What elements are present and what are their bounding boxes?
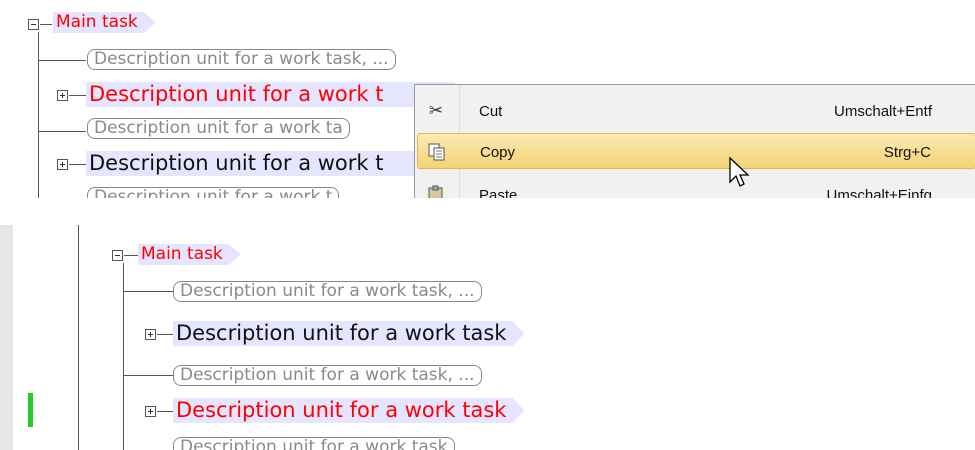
menu-item-shortcut: Umschalt+Entf (834, 103, 932, 120)
copy-icon (426, 142, 448, 162)
tree-node-description[interactable]: Description unit for a work task, ... (87, 49, 396, 70)
paste-icon (425, 185, 447, 198)
node-label: Description unit for a work task (176, 398, 507, 422)
bottom-tree-panel: Main task Description unit for a work ta… (0, 225, 975, 450)
tree-line (69, 95, 86, 96)
menu-item-shortcut: Umschalt+Einfg (826, 187, 932, 198)
tree-node-work-task[interactable]: Description unit for a work t (86, 82, 466, 107)
tree-node-main-task[interactable]: Main task (138, 244, 241, 265)
tree-line (38, 60, 86, 61)
node-label: Description unit for a work t (89, 151, 384, 175)
change-marker (28, 393, 33, 427)
node-label: Main task (56, 12, 138, 32)
node-label: Description unit for a work task, ... (180, 365, 475, 385)
tree-node-work-task[interactable]: Description unit for a work task (173, 321, 524, 346)
tree-line (40, 24, 52, 25)
node-label: Description unit for a work t (94, 187, 333, 199)
scissors-icon: ✂ (428, 101, 444, 120)
tree-node-description[interactable]: Description unit for a work ta (87, 118, 350, 139)
node-label: Description unit for a work t (89, 82, 384, 106)
menu-item-copy[interactable]: Copy Strg+C (417, 133, 975, 169)
tree-node-description[interactable]: Description unit for a work task (173, 437, 455, 450)
tree-line (69, 164, 86, 165)
menu-item-cut[interactable]: ✂ Cut Umschalt+Entf (417, 93, 975, 129)
gutter-divider (78, 225, 79, 450)
tree-line (38, 32, 39, 198)
tree-line (157, 334, 173, 335)
node-label: Main task (141, 244, 223, 264)
collapse-toggle[interactable] (28, 19, 39, 30)
tree-node-work-task[interactable]: Description unit for a work task (173, 398, 524, 423)
expand-toggle[interactable] (145, 406, 156, 417)
top-tree-panel: Main task Description unit for a work ta… (0, 0, 975, 198)
node-label: Description unit for a work task, ... (180, 281, 475, 301)
tree-line (123, 375, 173, 376)
context-menu: ✂ Cut Umschalt+Entf Copy Strg+C Paste Um… (414, 84, 975, 198)
node-label: Description unit for a work task, ... (94, 49, 389, 69)
tree-line (124, 255, 138, 256)
left-gutter (0, 225, 13, 450)
tree-line (123, 291, 173, 292)
expand-toggle[interactable] (57, 90, 68, 101)
mouse-cursor-icon (729, 156, 750, 187)
menu-item-shortcut: Strg+C (883, 144, 931, 161)
node-label: Description unit for a work task (176, 321, 507, 345)
tree-node-description[interactable]: Description unit for a work task, ... (173, 281, 482, 302)
tree-line (38, 131, 86, 132)
collapse-toggle[interactable] (112, 250, 123, 261)
expand-toggle[interactable] (145, 329, 156, 340)
node-label: Description unit for a work task (180, 437, 448, 450)
menu-item-label: Cut (479, 103, 503, 120)
tree-node-main-task[interactable]: Main task (53, 12, 156, 33)
menu-item-label: Paste (479, 187, 518, 198)
node-label: Description unit for a work ta (94, 118, 343, 138)
tree-node-description[interactable]: Description unit for a work t (87, 187, 340, 199)
tree-line (157, 411, 173, 412)
expand-toggle[interactable] (57, 159, 68, 170)
tree-node-description[interactable]: Description unit for a work task, ... (173, 365, 482, 386)
menu-item-label: Copy (480, 144, 516, 161)
menu-item-paste[interactable]: Paste Umschalt+Einfg (417, 177, 975, 198)
tree-node-work-task[interactable]: Description unit for a work t (86, 151, 466, 176)
